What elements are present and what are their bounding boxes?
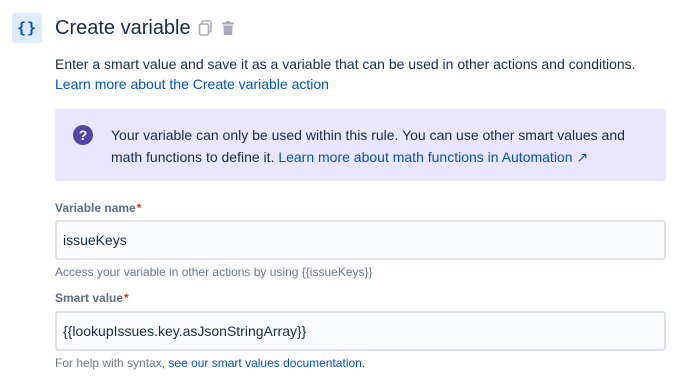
required-indicator: * (124, 291, 129, 305)
variable-name-input[interactable]: issueKeys (55, 220, 666, 260)
math-functions-link[interactable]: Learn more about math functions in Autom… (278, 149, 588, 165)
variable-name-label-text: Variable name (55, 201, 136, 215)
learn-more-create-variable-link[interactable]: Learn more about the Create variable act… (55, 74, 329, 94)
variable-name-value: issueKeys (63, 232, 127, 248)
smart-value-help: For help with syntax, see our smart valu… (55, 355, 365, 371)
trash-icon[interactable] (219, 19, 237, 37)
info-text: Your variable can only be used within th… (111, 124, 659, 168)
smart-value-input[interactable]: {{lookupIssues.key.asJsonStringArray}} (55, 311, 666, 351)
smart-value-value: {{lookupIssues.key.asJsonStringArray}} (63, 323, 307, 339)
smart-value-icon: {} (12, 13, 42, 43)
variable-name-label: Variable name* (55, 200, 141, 216)
page-title: Create variable (55, 17, 191, 39)
question-icon: ? (73, 125, 93, 145)
required-indicator: * (136, 201, 142, 215)
description-text: Enter a smart value and save it as a var… (55, 56, 636, 72)
smart-value-label-text: Smart value (55, 291, 124, 305)
copy-icon[interactable] (197, 19, 215, 37)
smart-values-docs-link[interactable]: see our smart values documentation. (168, 356, 365, 370)
info-panel: ? Your variable can only be used within … (55, 109, 666, 181)
smart-value-label: Smart value* (55, 290, 129, 306)
title-actions (197, 19, 237, 37)
variable-name-help: Access your variable in other actions by… (55, 265, 373, 279)
smart-value-help-text: For help with syntax, (55, 356, 166, 370)
